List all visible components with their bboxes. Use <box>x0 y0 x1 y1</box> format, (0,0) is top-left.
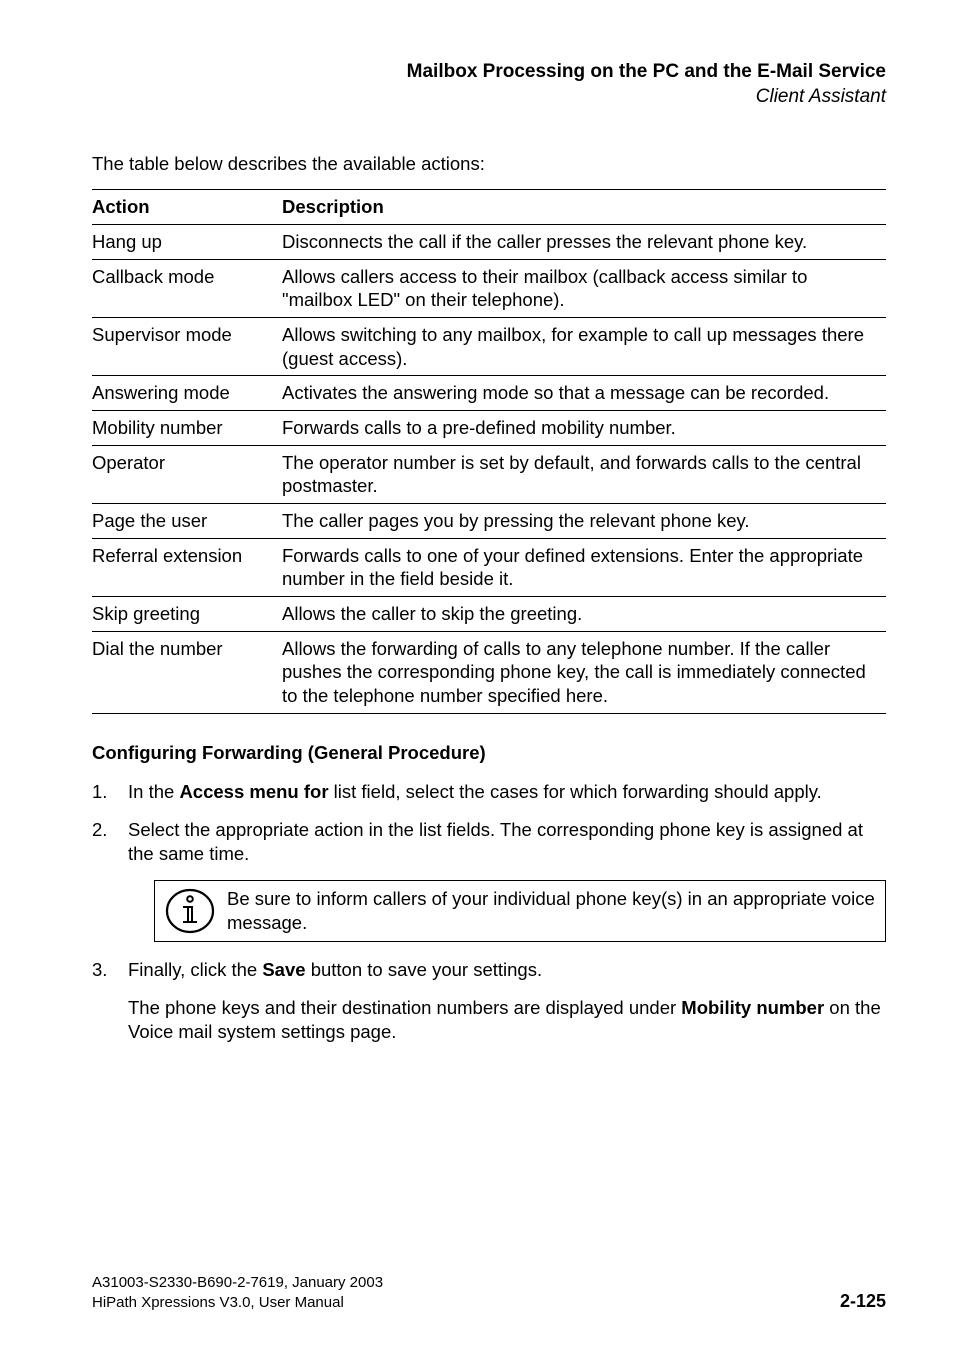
cell-action: Dial the number <box>92 631 282 713</box>
table-row: Mobility number Forwards calls to a pre-… <box>92 411 886 446</box>
header-subtitle: Client Assistant <box>92 85 886 110</box>
step-number: 1. <box>92 780 128 804</box>
header-title: Mailbox Processing on the PC and the E-M… <box>92 60 886 85</box>
actions-table: Action Description Hang up Disconnects t… <box>92 189 886 713</box>
procedure-steps: 1. In the Access menu for list field, se… <box>92 780 886 866</box>
page-footer: A31003-S2330-B690-2-7619, January 2003 H… <box>92 1273 886 1312</box>
cell-description: Forwards calls to a pre-defined mobility… <box>282 411 886 446</box>
table-row: Callback mode Allows callers access to t… <box>92 259 886 317</box>
cell-action: Operator <box>92 445 282 503</box>
step-bold: Save <box>262 959 305 980</box>
step-1: 1. In the Access menu for list field, se… <box>92 780 886 804</box>
cell-action: Referral extension <box>92 538 282 596</box>
table-row: Referral extension Forwards calls to one… <box>92 538 886 596</box>
cell-description: Forwards calls to one of your defined ex… <box>282 538 886 596</box>
footer-left: A31003-S2330-B690-2-7619, January 2003 H… <box>92 1273 383 1312</box>
table-row: Answering mode Activates the answering m… <box>92 376 886 411</box>
cell-action: Hang up <box>92 225 282 260</box>
step-note: The phone keys and their destination num… <box>128 997 681 1018</box>
footer-doc-title: HiPath Xpressions V3.0, User Manual <box>92 1293 383 1313</box>
cell-description: Activates the answering mode so that a m… <box>282 376 886 411</box>
cell-action: Supervisor mode <box>92 318 282 376</box>
tip-text: Be sure to inform callers of your indivi… <box>227 887 875 934</box>
table-header-row: Action Description <box>92 190 886 225</box>
table-row: Supervisor mode Allows switching to any … <box>92 318 886 376</box>
page-header: Mailbox Processing on the PC and the E-M… <box>92 60 886 109</box>
table-row: Page the user The caller pages you by pr… <box>92 504 886 539</box>
cell-description: Allows the forwarding of calls to any te… <box>282 631 886 713</box>
page-number: 2-125 <box>840 1291 886 1312</box>
info-icon <box>161 885 219 937</box>
cell-action: Answering mode <box>92 376 282 411</box>
step-text: In the <box>128 781 179 802</box>
step-body: In the Access menu for list field, selec… <box>128 780 886 804</box>
footer-doc-id: A31003-S2330-B690-2-7619, January 2003 <box>92 1273 383 1293</box>
step-text: button to save your settings. <box>306 959 543 980</box>
step-bold: Access menu for <box>179 781 328 802</box>
cell-action: Mobility number <box>92 411 282 446</box>
procedure-steps-cont: 3. Finally, click the Save button to sav… <box>92 958 886 1044</box>
cell-description: The caller pages you by pressing the rel… <box>282 504 886 539</box>
table-row: Dial the number Allows the forwarding of… <box>92 631 886 713</box>
col-header-action: Action <box>92 190 282 225</box>
cell-description: Allows switching to any mailbox, for exa… <box>282 318 886 376</box>
cell-description: Allows the caller to skip the greeting. <box>282 597 886 632</box>
step-number: 2. <box>92 818 128 866</box>
table-row: Hang up Disconnects the call if the call… <box>92 225 886 260</box>
table-row: Operator The operator number is set by d… <box>92 445 886 503</box>
cell-action: Page the user <box>92 504 282 539</box>
step-body: Finally, click the Save button to save y… <box>128 958 886 1044</box>
cell-action: Callback mode <box>92 259 282 317</box>
step-2: 2. Select the appropriate action in the … <box>92 818 886 866</box>
step-body: Select the appropriate action in the lis… <box>128 818 886 866</box>
cell-description: Allows callers access to their mailbox (… <box>282 259 886 317</box>
cell-description: Disconnects the call if the caller press… <box>282 225 886 260</box>
step-number: 3. <box>92 958 128 1044</box>
cell-description: The operator number is set by default, a… <box>282 445 886 503</box>
tip-box: Be sure to inform callers of your indivi… <box>154 880 886 942</box>
step-3: 3. Finally, click the Save button to sav… <box>92 958 886 1044</box>
section-heading: Configuring Forwarding (General Procedur… <box>92 742 886 764</box>
step-text: Finally, click the <box>128 959 262 980</box>
step-note-bold: Mobility number <box>681 997 824 1018</box>
table-row: Skip greeting Allows the caller to skip … <box>92 597 886 632</box>
step-text: list field, select the cases for which f… <box>329 781 822 802</box>
intro-text: The table below describes the available … <box>92 153 886 175</box>
col-header-description: Description <box>282 190 886 225</box>
cell-action: Skip greeting <box>92 597 282 632</box>
